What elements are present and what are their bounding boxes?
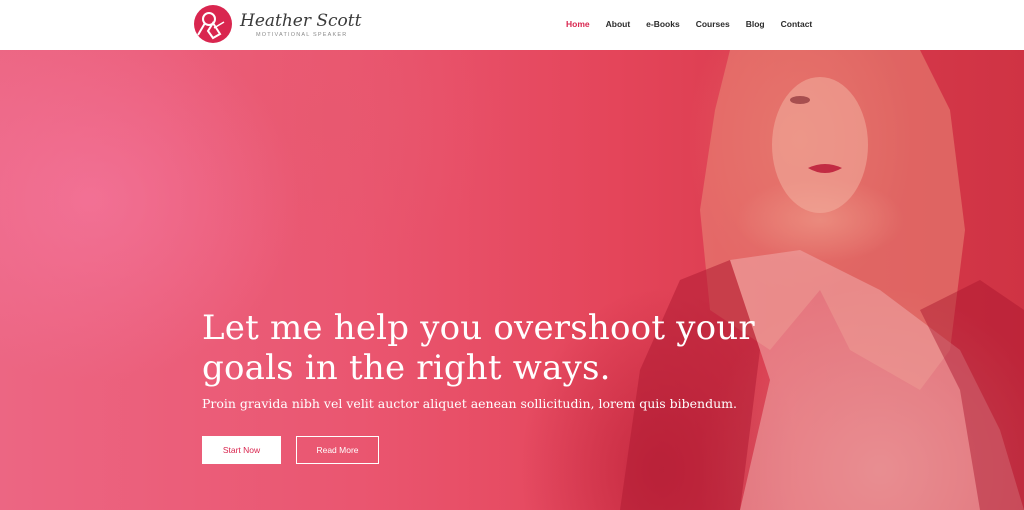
hero-subtitle: Proin gravida nibh vel velit auctor aliq…: [202, 396, 737, 411]
nav-item-blog[interactable]: Blog: [746, 18, 765, 30]
nav-item-courses[interactable]: Courses: [696, 18, 730, 30]
nav-item-home[interactable]: Home: [566, 18, 590, 30]
main-nav: Home About e-Books Courses Blog Contact: [566, 18, 828, 30]
hero-actions: Start Now Read More: [202, 436, 822, 464]
brand-tagline: MOTIVATIONAL SPEAKER: [256, 31, 348, 38]
hero-title: Let me help you overshoot your goals in …: [202, 308, 822, 388]
start-now-button[interactable]: Start Now: [202, 436, 281, 464]
brand-logo-link[interactable]: Heather Scott MOTIVATIONAL SPEAKER: [194, 5, 361, 43]
site-header: Heather Scott MOTIVATIONAL SPEAKER Home …: [0, 0, 1024, 50]
nav-item-ebooks[interactable]: e-Books: [646, 18, 680, 30]
microphone-icon: [194, 5, 232, 43]
hero-section: Let me help you overshoot your goals in …: [0, 50, 1024, 510]
read-more-button[interactable]: Read More: [296, 436, 379, 464]
nav-item-about[interactable]: About: [606, 18, 631, 30]
hero-title-line-2: goals in the right ways.: [202, 348, 611, 388]
brand-name: Heather Scott: [240, 10, 362, 31]
brand-text: Heather Scott MOTIVATIONAL SPEAKER: [240, 11, 361, 38]
hero-title-line-1: Let me help you overshoot your: [202, 308, 755, 348]
nav-item-contact[interactable]: Contact: [781, 18, 813, 30]
hero-content: Let me help you overshoot your goals in …: [202, 308, 822, 464]
